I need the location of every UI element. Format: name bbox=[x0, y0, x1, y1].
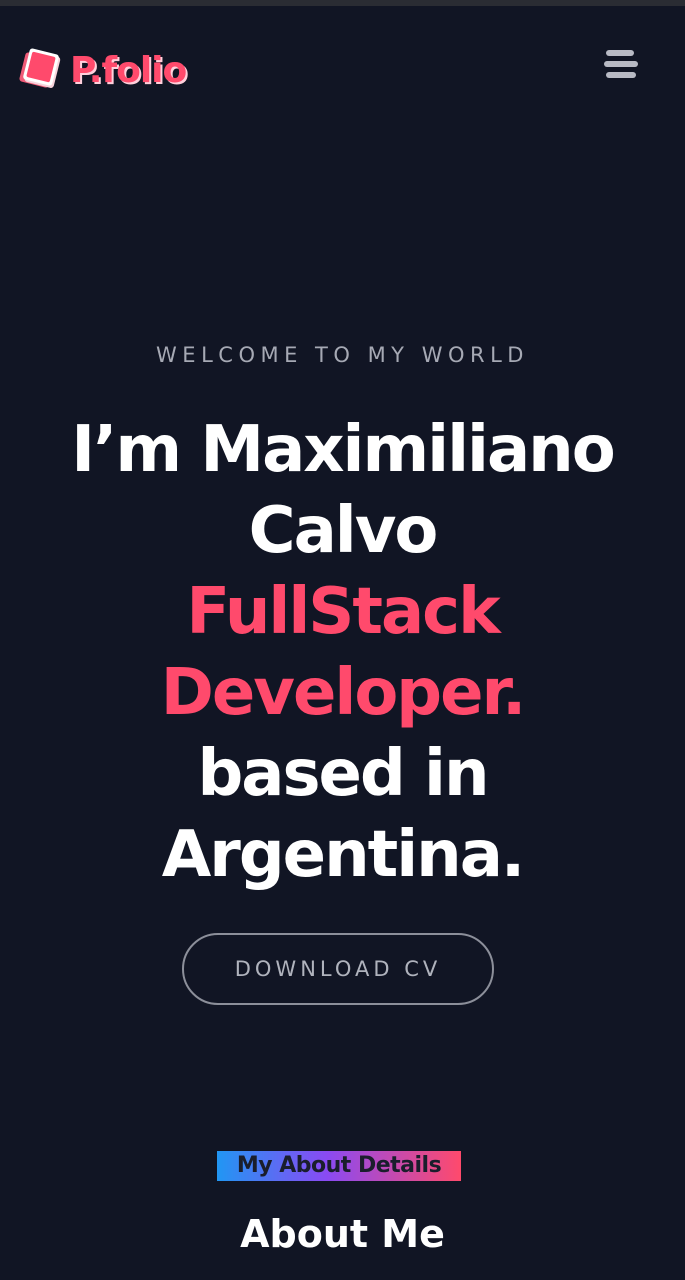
hero-eyebrow: WELCOME TO MY WORLD bbox=[156, 343, 529, 367]
hero-location-line-2: Argentina. bbox=[161, 818, 525, 892]
hero-section: WELCOME TO MY WORLD I’m Maximiliano Calv… bbox=[0, 330, 685, 896]
hero-role-line-1: FullStack bbox=[186, 575, 500, 649]
hero-name-line-1: I’m Maximiliano bbox=[71, 413, 615, 487]
logo-mark-icon bbox=[18, 47, 68, 93]
logo-text: P.folio bbox=[70, 49, 187, 91]
hamburger-menu-icon[interactable] bbox=[600, 44, 640, 84]
about-section-tag: My About Details bbox=[217, 1151, 461, 1181]
hero-name-line-2: Calvo bbox=[248, 494, 439, 568]
about-section-title: About Me bbox=[240, 1212, 445, 1256]
status-bar-strip bbox=[0, 0, 685, 6]
download-cv-button[interactable]: DOWNLOAD CV bbox=[182, 933, 494, 1005]
hero-location-line-1: based in bbox=[197, 737, 489, 811]
hero-headline: I’m Maximiliano Calvo FullStack Develope… bbox=[0, 410, 685, 896]
hero-role-line-2: Developer. bbox=[160, 656, 527, 730]
site-logo[interactable]: P.folio bbox=[18, 44, 187, 96]
